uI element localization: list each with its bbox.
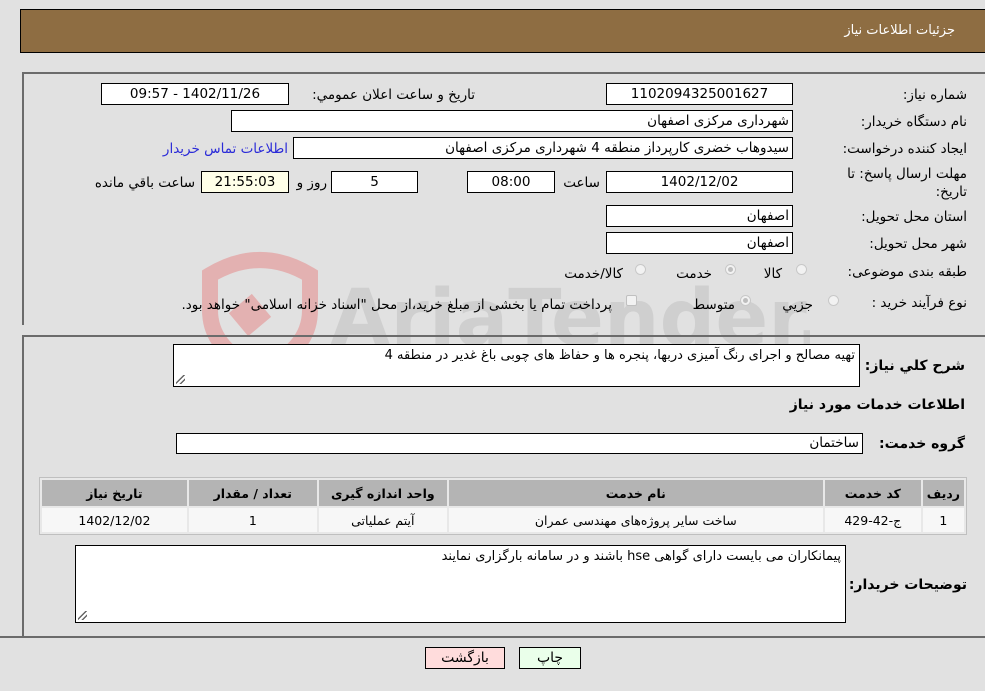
service-group-field: ساختمان (176, 433, 863, 454)
process-radio-medium[interactable] (740, 295, 751, 306)
process-option-minor: جزيي (782, 297, 813, 313)
days-label: روز و (296, 175, 327, 191)
creator-field: سیدوهاب خضری کارپرداز منطقه 4 شهرداری مر… (293, 137, 793, 159)
page-title: جزئیات اطلاعات نیاز (844, 23, 955, 38)
category-radio-service[interactable] (725, 264, 736, 275)
table-header-row: ردیف کد خدمت نام خدمت واحد اندازه گیری ت… (42, 480, 964, 506)
deadline-time-field: 08:00 (467, 171, 555, 193)
category-option-service: خدمت (676, 266, 712, 282)
col-need-date: تاریخ نیاز (42, 480, 187, 506)
divider (0, 636, 985, 638)
cell-service-name: ساخت سایر پروژه‌های مهندسی عمران (448, 508, 823, 532)
col-quantity: تعداد / مقدار (188, 480, 317, 506)
treasury-checkbox[interactable] (626, 295, 637, 306)
cell-row-number: 1 (922, 508, 964, 532)
category-label: طبقه بندی موضوعی: (847, 264, 967, 280)
cell-need-date: 1402/12/02 (42, 508, 187, 532)
category-radio-goods[interactable] (796, 264, 807, 275)
description-textarea[interactable]: تهیه مصالح و اجرای رنگ آمیزی دربها، پنجر… (173, 344, 860, 387)
category-option-goods: کالا (763, 266, 782, 282)
buyer-contact-link[interactable]: اطلاعات تماس خریدار (163, 141, 288, 157)
deadline-time-label: ساعت (563, 175, 600, 191)
category-radio-goods-service[interactable] (635, 264, 646, 275)
resize-grip-icon[interactable] (78, 611, 87, 620)
announce-date-field: 1402/11/26 - 09:57 (101, 83, 289, 105)
city-field: اصفهان (606, 232, 793, 254)
category-option-goods-service: کالا/خدمت (564, 266, 623, 282)
buyer-notes-label: توضیحات خریدار: (848, 577, 967, 593)
deadline-label: مهلت ارسال پاسخ: تا تاریخ: (847, 166, 967, 200)
buyer-org-field: شهرداری مرکزی اصفهان (231, 110, 793, 132)
resize-grip-icon[interactable] (176, 375, 185, 384)
city-label: شهر محل تحویل: (869, 236, 967, 252)
process-radio-minor[interactable] (828, 295, 839, 306)
announce-date-label: تاریخ و ساعت اعلان عمومي: (312, 87, 475, 103)
province-label: استان محل تحویل: (861, 209, 967, 225)
print-button[interactable]: چاپ (519, 647, 581, 669)
process-type-label: نوع فرآیند خرید : (871, 295, 967, 311)
description-text: تهیه مصالح و اجرای رنگ آمیزی دربها، پنجر… (384, 348, 855, 363)
service-group-label: گروه خدمت: (879, 436, 965, 452)
remaining-time-label: ساعت باقي مانده (94, 175, 195, 191)
buyer-notes-text: پیمانکاران می بایست دارای گواهی hse باشن… (441, 549, 841, 564)
col-row-number: ردیف (922, 480, 964, 506)
cell-service-code: ج-42-429 (824, 508, 921, 532)
days-remaining-field: 5 (331, 171, 418, 193)
province-field: اصفهان (606, 205, 793, 227)
col-service-code: کد خدمت (824, 480, 921, 506)
buyer-org-label: نام دستگاه خریدار: (860, 114, 967, 130)
back-button[interactable]: بازگشت (425, 647, 505, 669)
buyer-notes-textarea[interactable]: پیمانکاران می بایست دارای گواهی hse باشن… (75, 545, 846, 623)
col-unit: واحد اندازه گیری (318, 480, 447, 506)
services-table: ردیف کد خدمت نام خدمت واحد اندازه گیری ت… (39, 477, 967, 535)
treasury-note: پرداخت تمام یا بخشی از مبلغ خرید،از محل … (181, 297, 612, 313)
need-number-label: شماره نیاز: (902, 87, 967, 103)
remaining-time-field: 21:55:03 (201, 171, 289, 193)
services-section-title: اطلاعات خدمات مورد نیاز (789, 397, 965, 413)
cell-unit: آیتم عملیاتی (318, 508, 447, 532)
page-header: جزئیات اطلاعات نیاز (20, 9, 985, 53)
col-service-name: نام خدمت (448, 480, 823, 506)
deadline-date-field: 1402/12/02 (606, 171, 793, 193)
process-option-medium: متوسط (692, 297, 735, 313)
cell-quantity: 1 (188, 508, 317, 532)
creator-label: ایجاد کننده درخواست: (842, 141, 967, 157)
description-label: شرح کلي نياز: (864, 358, 965, 374)
need-number-field: 1102094325001627 (606, 83, 793, 105)
table-row: 1 ج-42-429 ساخت سایر پروژه‌های مهندسی عم… (42, 508, 964, 532)
